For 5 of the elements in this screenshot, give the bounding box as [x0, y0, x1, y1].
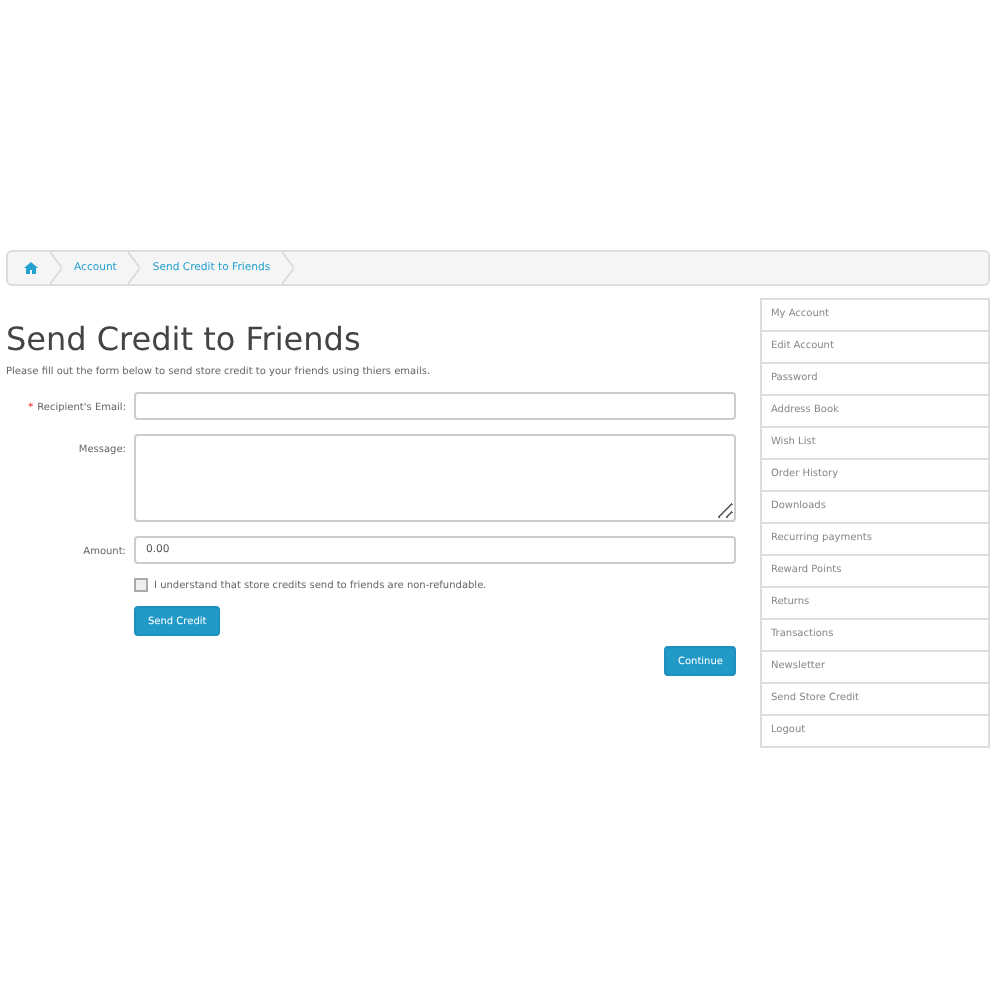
page-title: Send Credit to Friends [6, 320, 363, 358]
home-icon [24, 262, 38, 274]
message-field[interactable] [134, 434, 737, 522]
checkbox[interactable] [134, 578, 148, 592]
input-field[interactable] [134, 392, 737, 420]
